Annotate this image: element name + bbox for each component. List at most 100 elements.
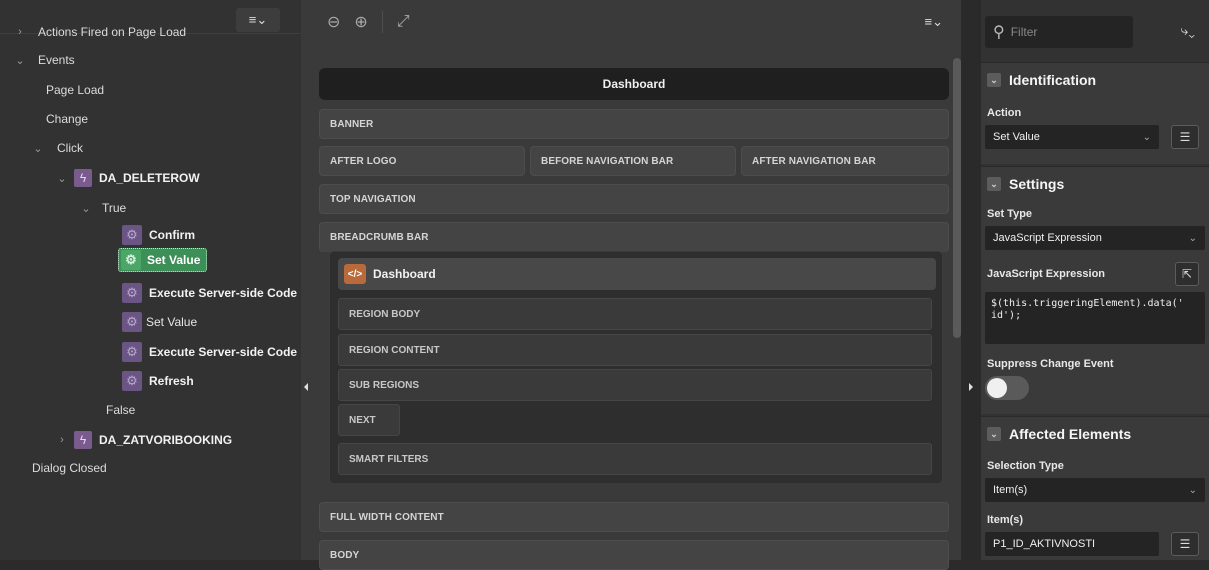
tree-menu-button[interactable]: ≡⌄ — [236, 8, 280, 32]
selection-type-select[interactable]: Item(s) ⌄ — [985, 478, 1205, 502]
tree-panel: › Actions Fired on Page Load ≡⌄ ⌄ Events… — [0, 0, 301, 560]
tree-node-dialog-closed[interactable]: Dialog Closed — [32, 456, 107, 480]
dashboard-region-header[interactable]: </> Dashboard — [338, 258, 936, 290]
dashboard-region[interactable]: </> Dashboard REGION BODY REGION CONTENT… — [329, 251, 943, 484]
selection-type-value: Item(s) — [993, 484, 1028, 496]
go-to-group-button[interactable]: ⤷⌄ — [1181, 22, 1195, 39]
filter-placeholder: Filter — [1010, 25, 1038, 39]
tree-label: DA_ZATVORIBOOKING — [99, 433, 233, 447]
right-splitter[interactable] — [961, 0, 981, 560]
section-identification: ⌄ Identification Action Set Value ⌄ ☰ — [981, 62, 1209, 164]
page-title[interactable]: Dashboard — [319, 68, 949, 100]
tree-label: Dialog Closed — [32, 461, 107, 475]
tree-node-change[interactable]: Change — [46, 107, 88, 131]
zoom-in-icon[interactable]: ⊕ — [354, 12, 367, 32]
region-after-logo[interactable]: AFTER LOGO — [319, 146, 525, 176]
tree-label: True — [102, 201, 127, 215]
set-type-label: Set Type — [987, 208, 1033, 220]
tree-label: Set Value — [147, 253, 201, 267]
tree-label: Confirm — [149, 228, 195, 242]
tree-node-execute-server-code[interactable]: ⚙ Execute Server-side Code — [122, 340, 297, 364]
js-expression-label: JavaScript Expression — [987, 268, 1106, 280]
region-after-nav[interactable]: AFTER NAVIGATION BAR — [741, 146, 949, 176]
tree-node-da-zatvoribooking[interactable]: › ϟ DA_ZATVORIBOOKING — [56, 428, 232, 452]
section-header[interactable]: ⌄ Settings — [981, 167, 1209, 201]
chevron-right-icon[interactable]: › — [56, 434, 68, 446]
chevron-down-icon[interactable]: ⌄ — [32, 142, 44, 155]
gear-icon: ⚙ — [121, 250, 141, 270]
items-input[interactable]: P1_ID_AKTIVNOSTI — [985, 532, 1159, 556]
sub-region-next[interactable]: NEXT — [338, 404, 400, 436]
left-splitter[interactable] — [301, 0, 311, 560]
tree-node-da-deleterow[interactable]: ⌄ ϟ DA_DELETEROW — [56, 166, 200, 190]
set-type-value: JavaScript Expression — [993, 232, 1102, 244]
chevron-down-icon[interactable]: ⌄ — [80, 202, 92, 215]
chevron-down-icon: ⌄ — [1188, 232, 1197, 244]
list-menu-icon: ≡⌄ — [248, 12, 268, 27]
region-body[interactable]: BODY — [319, 540, 949, 570]
collapse-right-icon[interactable] — [969, 383, 973, 391]
items-value: P1_ID_AKTIVNOSTI — [993, 538, 1096, 550]
chevron-down-icon[interactable]: ⌄ — [14, 54, 26, 67]
collapse-left-icon[interactable] — [304, 383, 308, 391]
sub-region-content[interactable]: REGION CONTENT — [338, 334, 932, 366]
items-list-button[interactable]: ☰ — [1171, 532, 1199, 556]
region-banner[interactable]: BANNER — [319, 109, 949, 139]
gear-icon: ⚙ — [122, 371, 142, 391]
region-full-width[interactable]: FULL WIDTH CONTENT — [319, 502, 949, 532]
filter-input[interactable]: ⚲ Filter — [985, 16, 1133, 48]
chevron-down-icon[interactable]: ⌄ — [56, 172, 68, 185]
set-type-select[interactable]: JavaScript Expression ⌄ — [985, 226, 1205, 250]
tree-node-false[interactable]: False — [106, 398, 135, 422]
sub-region-sub-regions[interactable]: SUB REGIONS — [338, 369, 932, 401]
tree-node-confirm[interactable]: ⚙ Confirm — [122, 223, 195, 247]
tree-node-set-value[interactable]: ⚙ Set Value — [122, 310, 197, 334]
sub-region-body[interactable]: REGION BODY — [338, 298, 932, 330]
tree-node-events[interactable]: ⌄ Events — [14, 48, 75, 72]
tree-node-click[interactable]: ⌄ Click — [32, 136, 83, 160]
region-top-nav[interactable]: TOP NAVIGATION — [319, 184, 949, 214]
zoom-out-icon[interactable]: ⊖ — [327, 12, 340, 32]
tree-label: Events — [38, 53, 75, 67]
js-expression-textarea[interactable]: $(this.triggeringElement).data(' id'); — [985, 292, 1205, 344]
tree-label: Execute Server-side Code — [149, 345, 298, 359]
sub-region-smart-filters[interactable]: SMART FILTERS — [338, 443, 932, 475]
section-header[interactable]: ⌄ Identification — [981, 63, 1209, 97]
tree-node-true[interactable]: ⌄ True — [80, 196, 126, 220]
action-value: Set Value — [993, 131, 1040, 143]
scrollbar[interactable] — [953, 58, 961, 338]
chevron-right-icon[interactable]: › — [14, 26, 26, 38]
expand-code-button[interactable]: ⇱ — [1175, 262, 1199, 286]
list-icon: ☰ — [1179, 537, 1191, 551]
suppress-change-toggle[interactable] — [985, 376, 1029, 400]
region-before-nav[interactable]: BEFORE NAVIGATION BAR — [530, 146, 736, 176]
action-select[interactable]: Set Value ⌄ — [985, 125, 1159, 149]
list-icon: ☰ — [1179, 130, 1191, 144]
section-title: Identification — [1009, 72, 1097, 88]
chevron-down-icon[interactable]: ⌄ — [987, 177, 1001, 191]
tree-node-page-load-actions[interactable]: › Actions Fired on Page Load — [14, 20, 186, 44]
tree-node-refresh[interactable]: ⚙ Refresh — [122, 369, 194, 393]
items-label: Item(s) — [987, 514, 1024, 526]
section-title: Settings — [1009, 176, 1065, 192]
tree-label: Execute Server-side Code — [149, 286, 298, 300]
search-icon: ⚲ — [993, 24, 1005, 41]
code-icon: </> — [344, 264, 366, 284]
chevron-down-icon[interactable]: ⌄ — [987, 73, 1001, 87]
section-header[interactable]: ⌄ Affected Elements — [981, 417, 1209, 451]
lightning-icon: ϟ — [74, 169, 92, 187]
tree-node-set-value-selected[interactable]: ⚙ Set Value — [118, 248, 208, 272]
expand-icon[interactable]: ⤢ — [397, 13, 410, 31]
chevron-down-icon[interactable]: ⌄ — [987, 427, 1001, 441]
layout-menu-button[interactable]: ≡⌄ — [925, 14, 943, 30]
gear-icon: ⚙ — [122, 225, 142, 245]
section-title: Affected Elements — [1009, 426, 1132, 442]
tree-label: Change — [46, 112, 89, 126]
list-button[interactable]: ☰ — [1171, 125, 1199, 149]
tree-label: Click — [57, 141, 83, 155]
region-breadcrumb[interactable]: BREADCRUMB BAR — [319, 222, 949, 252]
tree-label: Refresh — [149, 374, 194, 388]
tree-node-execute-server-code[interactable]: ⚙ Execute Server-side Code — [122, 281, 297, 305]
tree-node-page-load[interactable]: Page Load — [46, 78, 104, 102]
toggle-knob — [987, 378, 1007, 398]
